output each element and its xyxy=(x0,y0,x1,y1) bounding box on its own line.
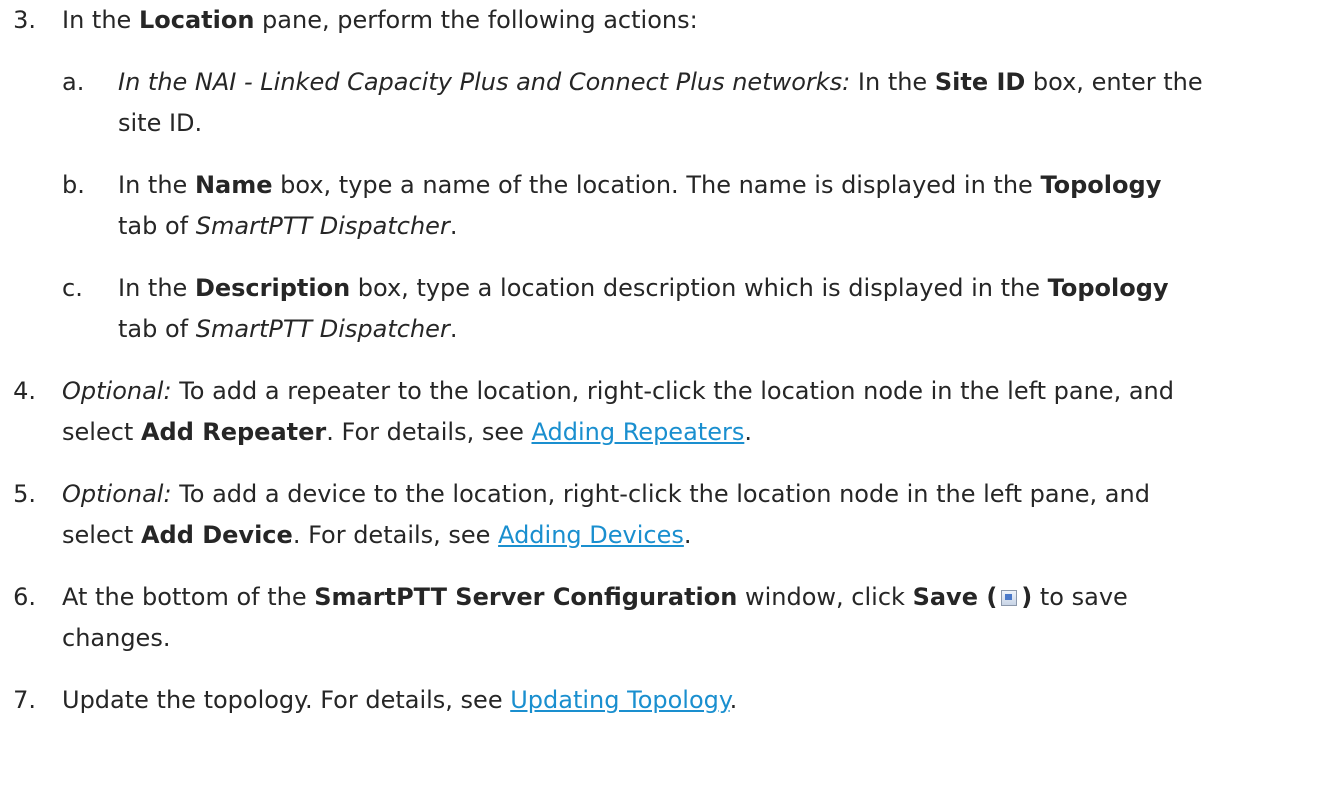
line: Optional: To add a device to the locatio… xyxy=(62,474,1322,515)
text: select xyxy=(62,521,141,549)
text: tab of xyxy=(118,212,196,240)
text: To add a device to the location, right-c… xyxy=(171,480,1150,508)
ui-term: Add Device xyxy=(140,521,293,549)
text: . xyxy=(449,212,458,240)
line: In the Description box, type a location … xyxy=(118,268,1323,309)
ui-term: Name xyxy=(194,171,273,199)
step-number: 5. xyxy=(13,480,36,508)
line: In the NAI - Linked Capacity Plus and Co… xyxy=(118,62,1323,103)
ui-term: Description xyxy=(194,274,351,302)
step-text: Update the topology. For details, see Up… xyxy=(62,680,1322,721)
ui-term: Topology xyxy=(1040,171,1162,199)
text: box, enter the xyxy=(1025,68,1203,96)
step-number: 7. xyxy=(13,686,36,714)
ui-term: Site ID xyxy=(934,68,1026,96)
line: select Add Device. For details, see Addi… xyxy=(62,515,1322,556)
adding-repeaters-link[interactable]: Adding Repeaters xyxy=(532,418,745,446)
text: . xyxy=(449,315,458,343)
step-number: 4. xyxy=(13,377,36,405)
ui-term: Location xyxy=(138,6,255,34)
optional-label: Optional: xyxy=(62,480,172,508)
line: site ID. xyxy=(118,109,203,137)
ui-term: Add Repeater xyxy=(140,418,327,446)
text: In the xyxy=(118,171,195,199)
text: to save xyxy=(1032,583,1128,611)
substep-letter: c. xyxy=(62,274,83,302)
ui-term: SmartPTT Server Configuration xyxy=(314,583,738,611)
ui-term: Topology xyxy=(1047,274,1169,302)
ui-term: ) xyxy=(1021,583,1033,611)
text: Update the topology. For details, see xyxy=(62,686,511,714)
substep-text: In the Name box, type a name of the loca… xyxy=(118,165,1323,247)
text: box, type a location description which i… xyxy=(350,274,1048,302)
text: . xyxy=(744,418,752,446)
text: To add a repeater to the location, right… xyxy=(171,377,1174,405)
text: . For details, see xyxy=(326,418,532,446)
line: tab of SmartPTT Dispatcher. xyxy=(118,309,1323,350)
line: select Add Repeater. For details, see Ad… xyxy=(62,412,1322,453)
text: box, type a name of the location. The na… xyxy=(272,171,1041,199)
step-number: 3. xyxy=(13,6,36,34)
optional-label: Optional: xyxy=(62,377,172,405)
text: . xyxy=(729,686,738,714)
product-name: SmartPTT Dispatcher xyxy=(195,315,450,343)
ui-term: Save ( xyxy=(912,583,998,611)
line: changes. xyxy=(62,624,171,652)
text: tab of xyxy=(118,315,196,343)
text: . For details, see xyxy=(292,521,499,549)
substep-text: In the NAI - Linked Capacity Plus and Co… xyxy=(118,62,1323,144)
text: In the xyxy=(850,68,935,96)
text: In the xyxy=(118,274,195,302)
step-text: In the Location pane, perform the follow… xyxy=(62,0,1322,41)
step-text: Optional: To add a repeater to the locat… xyxy=(62,371,1322,453)
network-condition: In the NAI - Linked Capacity Plus and Co… xyxy=(118,68,851,96)
text: At the bottom of the xyxy=(62,583,315,611)
adding-devices-link[interactable]: Adding Devices xyxy=(498,521,684,549)
substep-letter: a. xyxy=(62,68,85,96)
text: In the xyxy=(62,6,139,34)
updating-topology-link[interactable]: Updating Topology xyxy=(510,686,729,714)
text: . xyxy=(683,521,692,549)
step-number: 6. xyxy=(13,583,36,611)
line: At the bottom of the SmartPTT Server Con… xyxy=(62,577,1322,618)
text: window, click xyxy=(737,583,913,611)
text: pane, perform the following actions: xyxy=(254,6,698,34)
substep-letter: b. xyxy=(62,171,85,199)
line: In the Name box, type a name of the loca… xyxy=(118,165,1323,206)
save-icon xyxy=(1001,590,1018,606)
line: Optional: To add a repeater to the locat… xyxy=(62,371,1322,412)
substep-text: In the Description box, type a location … xyxy=(118,268,1323,350)
line: tab of SmartPTT Dispatcher. xyxy=(118,206,1323,247)
step-text: Optional: To add a device to the locatio… xyxy=(62,474,1322,556)
step-text: At the bottom of the SmartPTT Server Con… xyxy=(62,577,1322,659)
product-name: SmartPTT Dispatcher xyxy=(195,212,450,240)
text: select xyxy=(62,418,141,446)
